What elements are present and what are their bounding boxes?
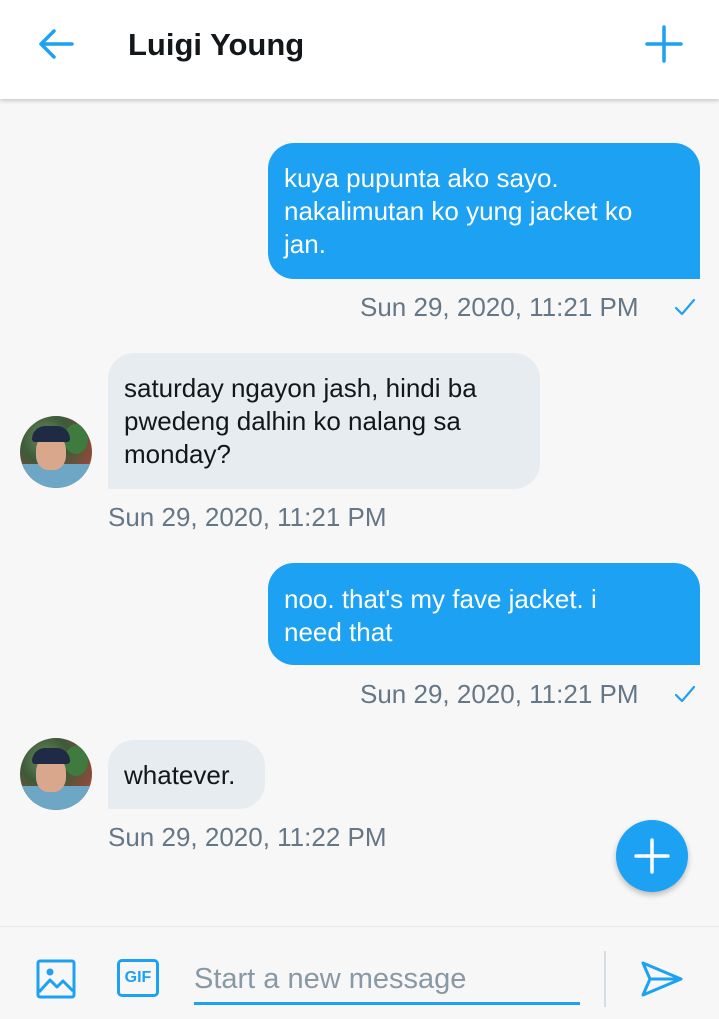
message-bubble-outgoing[interactable]: noo. that's my fave jacket. i need that — [268, 563, 700, 665]
message-line: saturday ngayon jash, hindi ba — [124, 373, 477, 403]
back-button[interactable] — [36, 26, 76, 62]
message-line: jan. — [284, 229, 326, 259]
conversation-header: Luigi Young — [0, 0, 719, 99]
message-bubble-incoming[interactable]: saturday ngayon jash, hindi ba pwedeng d… — [108, 353, 540, 489]
avatar[interactable] — [20, 738, 92, 810]
plus-icon — [645, 25, 683, 63]
checkmark-icon — [674, 685, 696, 703]
message-bubble-outgoing[interactable]: kuya pupunta ako sayo. nakalimutan ko yu… — [268, 143, 700, 279]
add-gif-button[interactable]: GIF — [117, 959, 159, 997]
message-line: kuya pupunta ako sayo. — [284, 163, 559, 193]
add-image-button[interactable] — [36, 959, 76, 999]
message-timestamp: Sun 29, 2020, 11:21 PM — [108, 502, 387, 532]
send-button[interactable] — [640, 959, 684, 999]
checkmark-icon — [674, 298, 696, 316]
conversation-title: Luigi Young — [128, 27, 305, 62]
message-timestamp: Sun 29, 2020, 11:21 PM — [360, 679, 639, 709]
message-composer: GIF — [0, 926, 719, 1019]
message-line: whatever. — [124, 760, 236, 790]
message-line: noo. that's my fave jacket. i — [284, 584, 597, 614]
send-icon — [641, 961, 683, 997]
message-bubble-incoming[interactable]: whatever. — [108, 740, 265, 809]
divider — [604, 951, 606, 1007]
arrow-left-icon — [39, 29, 74, 59]
message-line: monday? — [124, 439, 231, 469]
avatar[interactable] — [20, 416, 92, 488]
message-line: nakalimutan ko yung jacket ko — [284, 196, 633, 226]
image-icon — [36, 959, 76, 999]
plus-icon — [634, 838, 670, 874]
message-input[interactable] — [194, 957, 580, 1005]
new-action-fab[interactable] — [616, 820, 688, 892]
message-timestamp: Sun 29, 2020, 11:22 PM — [108, 822, 387, 852]
message-line: pwedeng dalhin ko nalang sa — [124, 406, 461, 436]
add-button[interactable] — [644, 24, 684, 64]
message-timestamp: Sun 29, 2020, 11:21 PM — [360, 292, 639, 322]
message-line: need that — [284, 617, 393, 647]
